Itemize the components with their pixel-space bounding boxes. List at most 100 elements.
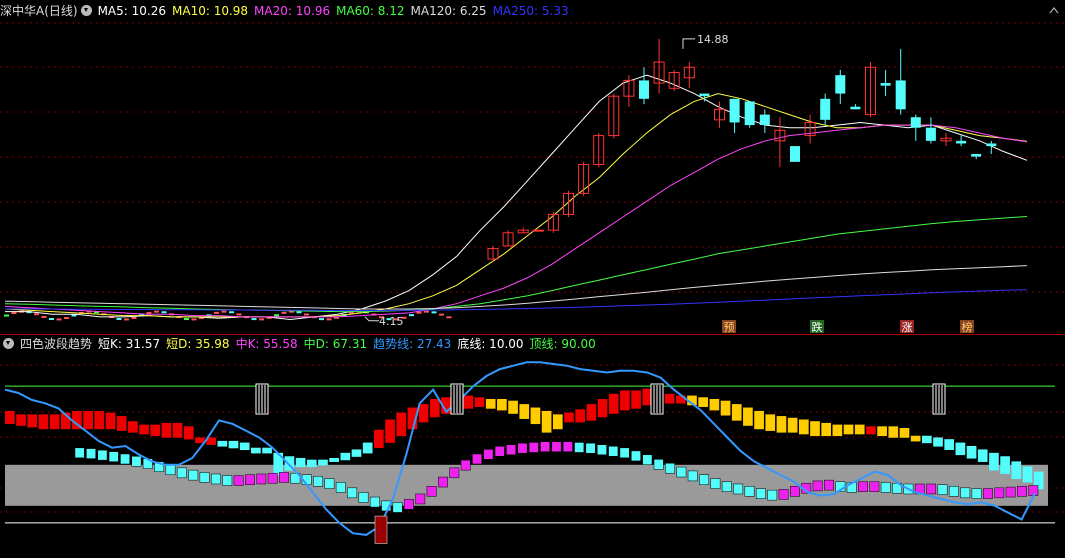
mid-bar xyxy=(267,472,278,484)
candle-body xyxy=(790,146,800,162)
mid-bar xyxy=(426,486,437,497)
trend-bar xyxy=(731,404,742,421)
trend-bar xyxy=(765,414,776,431)
trend-bar xyxy=(866,426,876,435)
trend-bar xyxy=(161,422,172,438)
candle-body xyxy=(532,229,544,232)
trend-bar xyxy=(105,412,116,430)
candle-body xyxy=(925,127,936,141)
dropdown-icon[interactable] xyxy=(3,338,14,349)
ma-legend-item: MA250: 5.33 xyxy=(492,4,569,18)
trend-bar xyxy=(251,447,261,454)
candle-body xyxy=(971,153,982,157)
trend-bar xyxy=(787,417,798,433)
low-marker-label: 4.15 xyxy=(379,315,404,328)
trend-bar xyxy=(709,398,720,411)
trend-bar xyxy=(94,410,105,430)
mid-bar xyxy=(517,442,528,454)
candle-small xyxy=(49,317,54,320)
ma-line-ma20 xyxy=(4,124,1028,318)
mid-bar xyxy=(948,486,959,497)
candle-small xyxy=(64,317,69,320)
candle-small xyxy=(56,318,62,321)
mid-bar xyxy=(676,466,687,478)
trend-bar xyxy=(944,439,955,450)
candle-small xyxy=(409,314,414,317)
mid-bar xyxy=(324,478,335,489)
trend-bar xyxy=(474,397,485,407)
trend-bar xyxy=(49,414,60,430)
chart-canvas[interactable]: 14.88 4.15 预 跌 涨 榜 xyxy=(0,0,1065,555)
high-marker-label: 14.88 xyxy=(697,33,729,46)
mid-bar xyxy=(721,481,732,492)
trend-bar xyxy=(698,397,709,407)
trend-bar xyxy=(228,440,239,449)
candle-small xyxy=(131,316,137,319)
mid-bar xyxy=(926,483,937,495)
candle-small xyxy=(4,314,9,317)
trend-bar xyxy=(631,390,641,409)
indicator-legend-item: 短K: 31.57 xyxy=(98,337,161,351)
indicator-legend-item: 底线: 10.00 xyxy=(457,337,524,351)
trend-bar xyxy=(83,410,93,430)
mid-bar xyxy=(812,480,823,492)
trend-bar xyxy=(351,449,362,457)
candle-small xyxy=(116,318,122,321)
trend-bar xyxy=(239,442,250,450)
mid-bar xyxy=(687,470,698,482)
candle-small xyxy=(274,314,279,317)
mid-bar xyxy=(358,492,369,503)
trend-bar xyxy=(519,404,530,419)
mid-bar xyxy=(971,488,982,499)
signal-box xyxy=(255,383,269,415)
indicator-legend-item: 趋势线: 27.43 xyxy=(373,337,452,351)
candle-small xyxy=(296,311,302,314)
ma-legend-item: MA5: 10.26 xyxy=(97,4,166,18)
mid-bar xyxy=(472,453,482,465)
mid-bar xyxy=(438,476,448,488)
mid-bar xyxy=(596,444,607,456)
chart-stage: 14.88 4.15 预 跌 涨 榜 xyxy=(0,0,1065,555)
candle-small xyxy=(161,311,167,314)
trend-bar xyxy=(116,416,127,431)
dropdown-icon[interactable] xyxy=(80,5,92,16)
trend-bar xyxy=(318,459,328,466)
indicator-legend-item: 短D: 35.98 xyxy=(166,337,230,351)
mid-bar xyxy=(960,487,971,499)
mid-bar xyxy=(699,474,710,486)
ma-line-ma120 xyxy=(4,265,1028,310)
mid-bar xyxy=(880,482,891,493)
collapse-icon[interactable] xyxy=(1049,5,1059,15)
mid-bar xyxy=(733,483,744,495)
trend-bar xyxy=(821,422,832,437)
stock-title: 深中华A(日线) xyxy=(0,4,78,18)
mid-bar xyxy=(222,475,233,486)
mid-bar xyxy=(778,489,789,500)
ma-legend: MA5: 10.26 MA10: 10.98 MA20: 10.96 MA60: 8.… xyxy=(98,4,575,18)
mid-bar xyxy=(97,449,108,461)
trend-bar xyxy=(832,424,843,437)
trend-bar xyxy=(888,426,899,438)
trend-bar xyxy=(776,416,787,433)
signal-label: 榜 xyxy=(962,320,973,334)
candle-body xyxy=(699,93,710,97)
trend-bar xyxy=(1022,466,1033,483)
candle-small xyxy=(71,314,77,317)
mid-bar xyxy=(1017,486,1027,497)
mid-bar xyxy=(937,484,948,496)
trend-bar xyxy=(340,452,351,461)
trend-bar xyxy=(217,440,228,447)
mid-bar xyxy=(1028,485,1039,496)
trend-bar xyxy=(306,459,317,468)
candle-body xyxy=(759,114,770,126)
trend-bar xyxy=(172,422,183,438)
trend-bar xyxy=(396,412,407,437)
candle-small xyxy=(251,318,257,321)
trend-bar xyxy=(463,395,474,409)
signal-label: 涨 xyxy=(902,321,913,334)
mid-bar xyxy=(665,462,675,474)
trend-bar xyxy=(38,414,49,430)
mid-bar xyxy=(585,442,596,454)
mid-bar xyxy=(131,456,142,467)
trend-bar xyxy=(955,442,966,456)
